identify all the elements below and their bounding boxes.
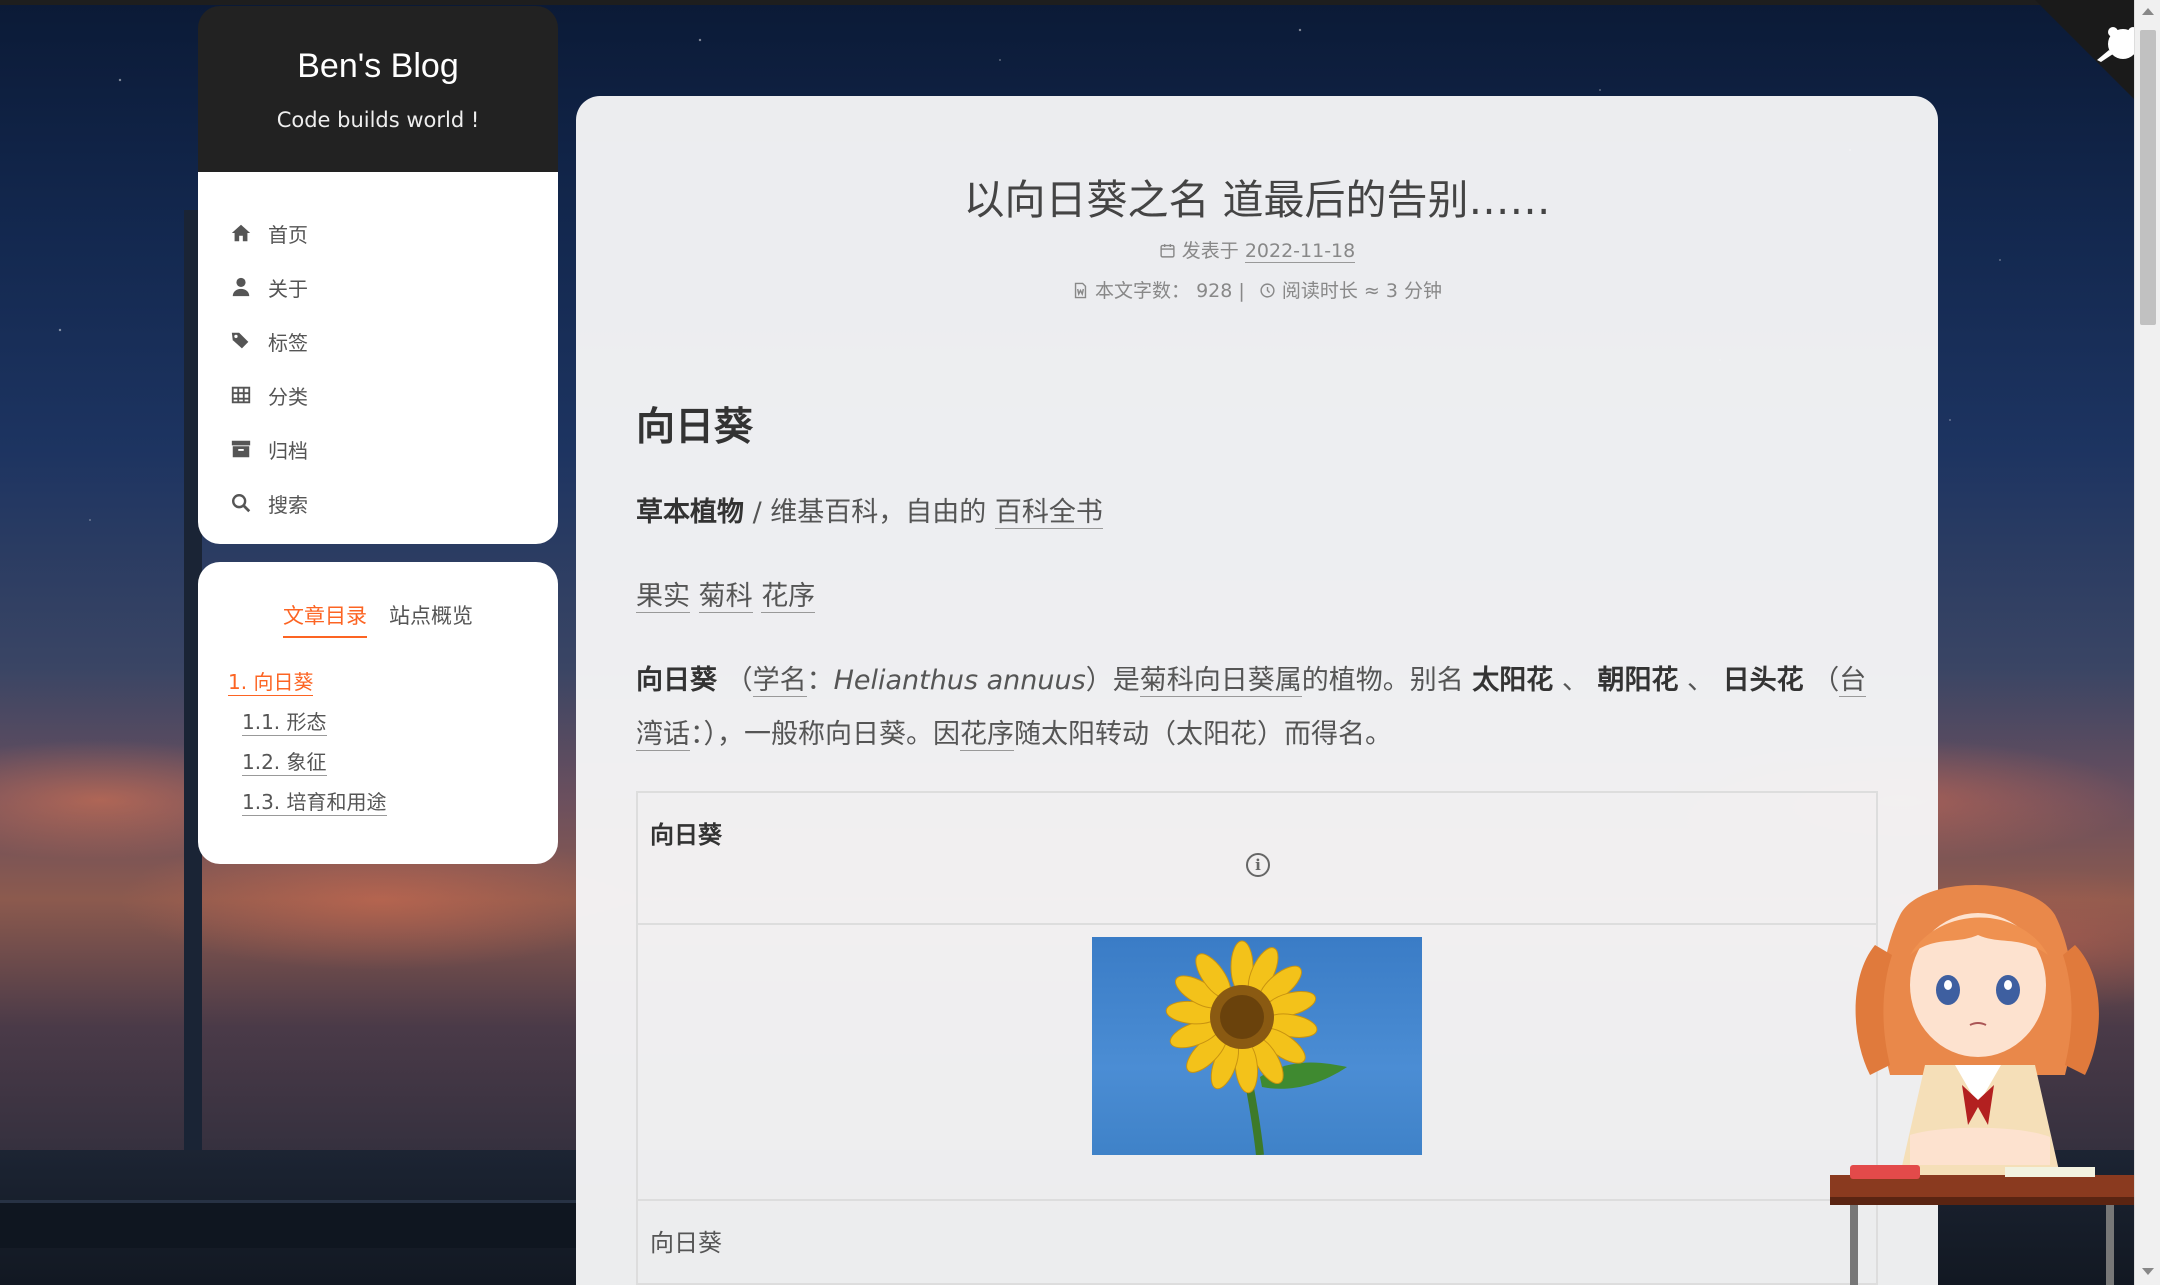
text: 的植物。别名 (1301, 665, 1473, 696)
post-meta-date: 发表于 2022-11-18 (576, 236, 1938, 263)
tab-toc[interactable]: 文章目录 (283, 600, 367, 638)
menu-item-tags[interactable]: 标签 (198, 314, 558, 368)
top-bar (0, 0, 2160, 5)
calendar-icon (1160, 244, 1175, 258)
section-heading: 向日葵 (636, 405, 754, 450)
home-icon (228, 220, 254, 246)
toc-item[interactable]: 1. 向日葵 (228, 666, 314, 696)
text: ：），一般称向日葵。因 (690, 719, 960, 750)
post-card: 以向日葵之名 道最后的告别…… 发表于 2022-11-18 本文字数： 928… (576, 96, 1938, 1285)
source-bold: 草本植物 (636, 497, 744, 528)
toc-panel: 文章目录 站点概览 1. 向日葵 1.1. 形态 1.2. 象征 1.3. 培育… (198, 562, 558, 864)
text: 、 (1678, 665, 1723, 696)
menu-item-label: 标签 (268, 330, 308, 355)
post-body: 向日葵 草本植物 / 维基百科，自由的 百科全书 果实 菊科 花序 向日葵 （学… (636, 396, 1876, 792)
bold-term: 向日葵 (636, 665, 717, 696)
tab-overview[interactable]: 站点概览 (389, 600, 473, 638)
info-icon[interactable]: i (1246, 853, 1270, 877)
readtime-value: 3 分钟 (1385, 280, 1442, 302)
menu-item-categories[interactable]: 分类 (198, 368, 558, 422)
menu-item-search[interactable]: 搜索 (198, 476, 558, 530)
text: ）是 (1085, 665, 1140, 696)
post-title: 以向日葵之名 道最后的告别…… (963, 176, 1551, 224)
text: （ (1803, 665, 1840, 696)
scroll-up-arrow[interactable] (2142, 8, 2154, 15)
readtime-label: 阅读时长 ≈ (1281, 280, 1380, 302)
menu-item-label: 搜索 (268, 492, 308, 517)
bold-term: 朝阳花 (1597, 665, 1679, 696)
toc-item[interactable]: 1.2. 象征 (242, 746, 327, 776)
scroll-thumb[interactable] (2140, 30, 2156, 325)
wordcount-label: 本文字数： (1095, 280, 1191, 302)
post-meta-stats: 本文字数： 928 | 阅读时长 ≈ 3 分钟 (576, 276, 1938, 303)
sidebar-menu: 首页 关于 标签 分类 归档 搜索 (198, 172, 558, 544)
search-icon (228, 490, 254, 516)
infobox-table: 向日葵 i 向日葵 (636, 791, 1878, 1285)
toc-item[interactable]: 1.1. 形态 (242, 706, 327, 736)
published-date[interactable]: 2022-11-18 (1244, 240, 1356, 263)
live2d-mascot-image[interactable] (1830, 875, 2134, 1285)
menu-item-home[interactable]: 首页 (198, 206, 558, 260)
meta-separator: | (1238, 280, 1245, 302)
text: 、 (1553, 665, 1598, 696)
th-icon (228, 382, 254, 408)
link-asteraceae[interactable]: 菊科 (698, 581, 753, 613)
source-line: 草本植物 / 维基百科，自由的 百科全书 (636, 486, 1876, 540)
published-label: 发表于 (1181, 240, 1239, 262)
page-scrollbar[interactable] (2134, 0, 2160, 1285)
sunflower-photo[interactable] (1092, 937, 1422, 1155)
infobox-header: 向日葵 i (638, 793, 1876, 925)
infobox-caption: 向日葵 (650, 1229, 722, 1257)
text: （ (717, 665, 753, 696)
link-inflorescence[interactable]: 花序 (960, 719, 1014, 751)
bold-term: 太阳花 (1472, 665, 1554, 696)
tags-icon (228, 328, 254, 354)
toc-item[interactable]: 1.3. 培育和用途 (242, 786, 387, 816)
bold-term: 日头花 (1722, 665, 1804, 696)
wordcount-value: 928 (1196, 280, 1233, 302)
menu-item-about[interactable]: 关于 (198, 260, 558, 314)
user-icon (228, 274, 254, 300)
toc-list: 1. 向日葵 1.1. 形态 1.2. 象征 1.3. 培育和用途 (198, 666, 558, 826)
site-brand: Ben's Blog Code builds world ! (198, 6, 558, 172)
background-rail (0, 1200, 580, 1248)
sunflower-image (1165, 940, 1347, 1155)
link-fruit[interactable]: 果实 (636, 581, 690, 613)
intro-paragraph: 向日葵 （学名：Helianthus annuus）是菊科向日葵属的植物。别名 … (636, 654, 1876, 762)
text: 随太阳转动（太阳花）而得名。 (1014, 719, 1392, 750)
archive-icon (228, 436, 254, 462)
menu-item-label: 首页 (268, 222, 308, 247)
link-genus[interactable]: 菊科向日葵属 (1139, 665, 1302, 697)
related-links: 果实 菊科 花序 (636, 570, 1876, 624)
source-text: / 维基百科，自由的 (744, 497, 995, 528)
menu-item-archive[interactable]: 归档 (198, 422, 558, 476)
latin-name: Helianthus annuus (833, 665, 1086, 696)
site-title[interactable]: Ben's Blog (297, 47, 458, 86)
text: ： (806, 665, 834, 696)
link-scientific-name[interactable]: 学名 (752, 665, 807, 697)
site-subtitle: Code builds world ! (276, 107, 480, 132)
menu-item-label: 归档 (268, 438, 308, 463)
infobox-image-row (638, 925, 1876, 1201)
clock-icon (1260, 283, 1275, 298)
toc-tabs: 文章目录 站点概览 (198, 600, 558, 638)
link-inflorescence[interactable]: 花序 (761, 581, 816, 613)
menu-item-label: 分类 (268, 384, 308, 409)
encyclopedia-link[interactable]: 百科全书 (994, 497, 1103, 529)
scroll-down-arrow[interactable] (2142, 1268, 2154, 1275)
file-word-icon (1074, 282, 1087, 299)
menu-item-label: 关于 (268, 276, 308, 301)
infobox-title: 向日葵 (650, 821, 722, 849)
